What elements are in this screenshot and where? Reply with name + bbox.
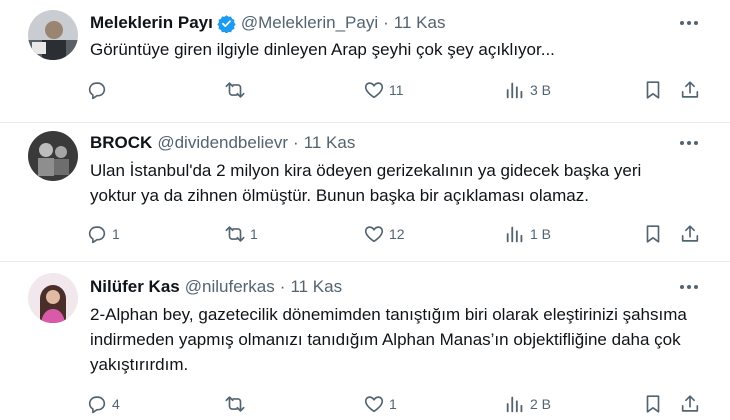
tweet-text: Görüntüye giren ilgiyle dinleyen Arap şe… xyxy=(90,40,555,59)
share-button[interactable] xyxy=(679,392,701,416)
bookmark-icon xyxy=(646,395,660,413)
views-button[interactable]: 2 B xyxy=(504,392,551,416)
like-icon xyxy=(364,226,384,243)
tweet-text: 2-Alphan bey, gazetecilik dönemimden tan… xyxy=(90,305,687,374)
like-icon xyxy=(364,82,384,99)
verified-badge-icon xyxy=(217,14,236,33)
reply-count: 4 xyxy=(112,396,120,412)
views-count: 2 B xyxy=(530,396,552,412)
avatar[interactable] xyxy=(28,131,78,181)
timestamp[interactable]: 11 Kas xyxy=(290,276,342,298)
more-icon[interactable] xyxy=(678,12,700,34)
tweet[interactable]: BROCK @dividendbelievr · 11 Kas Ulan İst… xyxy=(0,123,730,261)
display-name[interactable]: Meleklerin Payı xyxy=(90,12,213,34)
retweet-icon xyxy=(225,396,245,412)
tweet-actions: 4 1 2 B xyxy=(0,392,730,416)
bookmark-button[interactable] xyxy=(642,222,664,246)
share-icon xyxy=(681,395,699,412)
separator-dot: · xyxy=(383,13,389,32)
separator-dot: · xyxy=(279,277,286,296)
display-name[interactable]: Nilüfer Kas xyxy=(90,276,180,298)
reply-icon xyxy=(88,226,106,244)
views-button[interactable]: 3 B xyxy=(504,78,551,102)
handle[interactable]: @niluferkas xyxy=(185,276,275,298)
views-count: 1 B xyxy=(530,226,552,242)
bookmark-icon xyxy=(646,225,660,243)
tweet-feed: Meleklerin Payı @Meleklerin_Payi · 11 Ka… xyxy=(0,0,730,420)
tweet-text: Ulan İstanbul'da 2 milyon kira ödeyen ge… xyxy=(90,161,642,205)
bookmark-button[interactable] xyxy=(642,392,664,416)
like-icon xyxy=(364,396,384,413)
separator-dot: · xyxy=(293,133,299,152)
timestamp[interactable]: 11 Kas xyxy=(304,132,356,154)
reply-icon xyxy=(88,396,106,414)
more-icon[interactable] xyxy=(678,276,700,298)
like-count: 12 xyxy=(389,226,405,242)
share-button[interactable] xyxy=(679,222,701,246)
tweet-actions: 11 3 B xyxy=(0,78,730,102)
handle[interactable]: @dividendbelievr xyxy=(157,132,288,154)
retweet-icon xyxy=(225,82,245,98)
avatar[interactable] xyxy=(28,10,78,60)
retweet-icon xyxy=(225,226,245,242)
share-icon xyxy=(681,81,699,98)
more-icon[interactable] xyxy=(678,132,700,154)
tweet-header: Meleklerin Payı @Meleklerin_Payi · 11 Ka… xyxy=(90,12,445,34)
display-name[interactable]: BROCK xyxy=(90,132,152,154)
reply-icon xyxy=(88,82,106,100)
views-count: 3 B xyxy=(530,82,552,98)
views-icon xyxy=(506,396,523,413)
bookmark-icon xyxy=(646,81,660,99)
tweet-header: Nilüfer Kas @niluferkas · 11 Kas xyxy=(90,276,342,298)
views-button[interactable]: 1 B xyxy=(504,222,551,246)
like-button[interactable]: 11 xyxy=(363,78,404,102)
avatar[interactable] xyxy=(28,273,78,323)
like-count: 1 xyxy=(389,396,397,412)
tweet-actions: 1 1 12 1 B xyxy=(0,222,730,246)
share-button[interactable] xyxy=(679,78,701,102)
tweet-header: BROCK @dividendbelievr · 11 Kas xyxy=(90,132,355,154)
bookmark-button[interactable] xyxy=(642,78,664,102)
reply-count: 1 xyxy=(112,226,120,242)
share-icon xyxy=(681,225,699,242)
retweet-button[interactable]: 1 xyxy=(224,222,258,246)
like-count: 11 xyxy=(389,82,404,98)
views-icon xyxy=(506,82,523,99)
retweet-button[interactable] xyxy=(224,392,250,416)
reply-button[interactable]: 4 xyxy=(86,392,120,416)
retweet-button[interactable] xyxy=(224,78,250,102)
like-button[interactable]: 12 xyxy=(363,222,405,246)
like-button[interactable]: 1 xyxy=(363,392,397,416)
tweet[interactable]: Nilüfer Kas @niluferkas · 11 Kas 2-Alpha… xyxy=(0,262,730,420)
reply-button[interactable] xyxy=(86,78,112,102)
handle[interactable]: @Meleklerin_Payi xyxy=(241,12,378,34)
views-icon xyxy=(506,226,523,243)
retweet-count: 1 xyxy=(250,226,258,242)
timestamp[interactable]: 11 Kas xyxy=(394,12,446,34)
tweet[interactable]: Meleklerin Payı @Meleklerin_Payi · 11 Ka… xyxy=(0,0,730,122)
reply-button[interactable]: 1 xyxy=(86,222,120,246)
